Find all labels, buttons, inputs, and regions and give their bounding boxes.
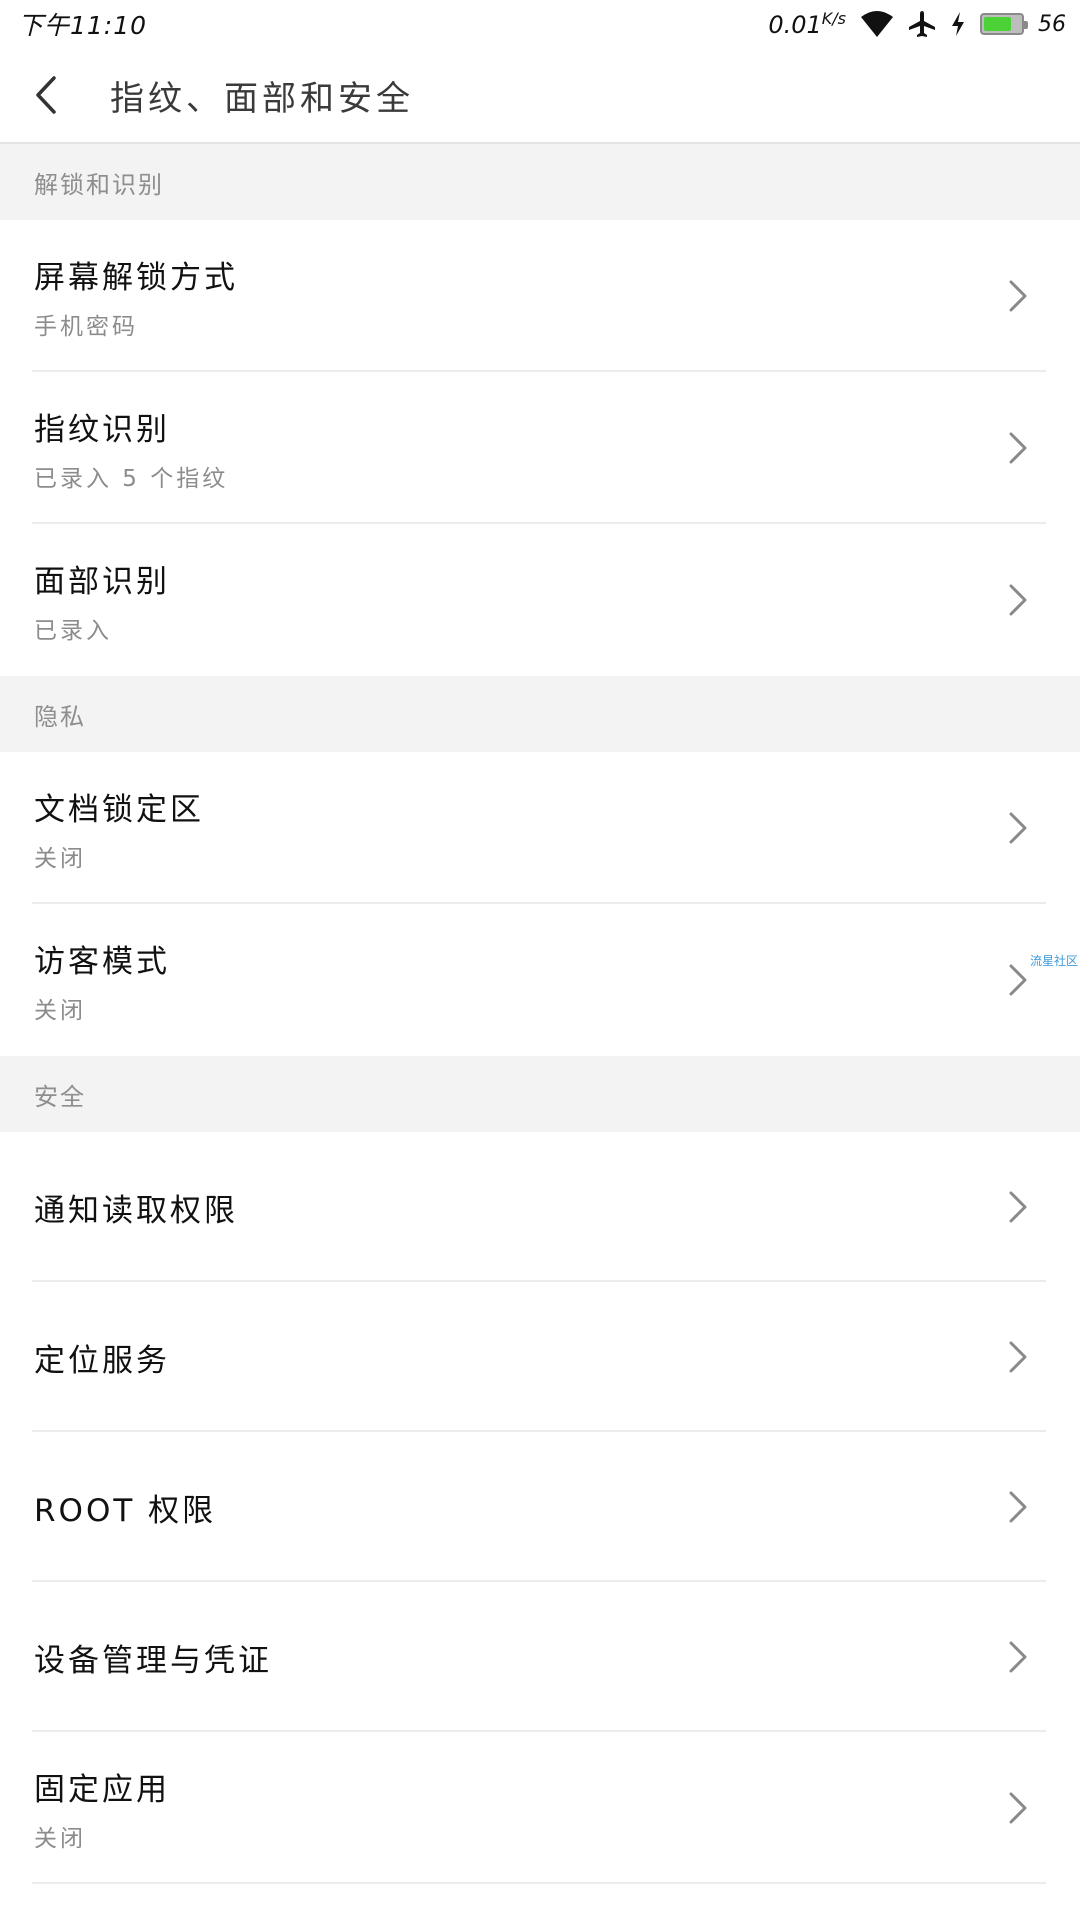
setting-title: 面部识别 [34, 563, 170, 600]
section-header-unlock: 解锁和识别 [0, 144, 1080, 220]
setting-subtitle: 关闭 [34, 997, 86, 1024]
setting-device-admin[interactable]: 设备管理与凭证 [0, 1582, 1080, 1732]
setting-location-service[interactable]: 定位服务 [0, 1282, 1080, 1432]
setting-subtitle: 关闭 [34, 1825, 86, 1852]
watermark: 流星社区 [1029, 954, 1078, 968]
setting-title: 访客模式 [34, 943, 170, 980]
chevron-right-icon [1004, 580, 1032, 620]
section-header-security: 安全 [0, 1056, 1080, 1132]
setting-title: 定位服务 [34, 1342, 170, 1379]
chevron-right-icon [1004, 1187, 1032, 1227]
setting-title: 屏幕解锁方式 [34, 259, 238, 296]
setting-subtitle: 手机密码 [34, 313, 138, 340]
status-time: 下午11:10 [18, 11, 148, 40]
setting-document-lock[interactable]: 文档锁定区 关闭 [0, 752, 1080, 904]
page-title: 指纹、面部和安全 [110, 78, 414, 119]
setting-title: 固定应用 [34, 1771, 170, 1808]
network-speed-value: 0.01 [768, 11, 822, 39]
airplane-icon [908, 10, 936, 38]
section-header-privacy: 隐私 [0, 676, 1080, 752]
setting-subtitle: 关闭 [34, 845, 86, 872]
chevron-right-icon [1004, 1788, 1032, 1828]
setting-fingerprint[interactable]: 指纹识别 已录入 5 个指纹 [0, 372, 1080, 524]
chevron-right-icon [1004, 1487, 1032, 1527]
setting-title: 通知读取权限 [34, 1192, 238, 1229]
charging-icon [950, 11, 966, 37]
setting-notification-access[interactable]: 通知读取权限 [0, 1132, 1080, 1282]
network-speed-unit: K/s [821, 9, 846, 28]
status-bar: 下午11:10 0.01K/s 56 [0, 0, 1080, 48]
chevron-right-icon [1004, 1337, 1032, 1377]
setting-face-recognition[interactable]: 面部识别 已录入 [0, 524, 1080, 676]
wifi-icon [860, 10, 894, 38]
setting-title: 设备管理与凭证 [34, 1642, 272, 1679]
setting-title: ROOT 权限 [34, 1492, 217, 1529]
setting-screen-lock[interactable]: 屏幕解锁方式 手机密码 [0, 220, 1080, 372]
setting-title: 指纹识别 [34, 411, 170, 448]
chevron-right-icon [1004, 428, 1032, 468]
setting-title: 文档锁定区 [34, 791, 204, 828]
divider [32, 1882, 1046, 1884]
chevron-right-icon [1004, 1637, 1032, 1677]
setting-subtitle: 已录入 [34, 617, 112, 644]
setting-guest-mode[interactable]: 访客模式 关闭 [0, 904, 1080, 1056]
chevron-left-icon [36, 76, 56, 114]
app-header: 指纹、面部和安全 [0, 48, 1080, 144]
setting-subtitle: 已录入 5 个指纹 [34, 465, 229, 492]
settings-screen: 下午11:10 0.01K/s 56 指纹、面部和安全 解锁和识别 屏幕解锁方式 [0, 0, 1080, 1920]
status-icons: 0.01K/s 56 [768, 9, 1066, 39]
network-speed: 0.01K/s [768, 9, 846, 39]
battery-icon [980, 13, 1028, 35]
chevron-right-icon [1004, 960, 1032, 1000]
back-button[interactable] [28, 71, 64, 119]
chevron-right-icon [1004, 808, 1032, 848]
setting-root-permission[interactable]: ROOT 权限 [0, 1432, 1080, 1582]
battery-fill [984, 17, 1011, 31]
setting-app-pinning[interactable]: 固定应用 关闭 [0, 1732, 1080, 1884]
battery-level: 56 [1038, 11, 1066, 37]
chevron-right-icon [1004, 276, 1032, 316]
